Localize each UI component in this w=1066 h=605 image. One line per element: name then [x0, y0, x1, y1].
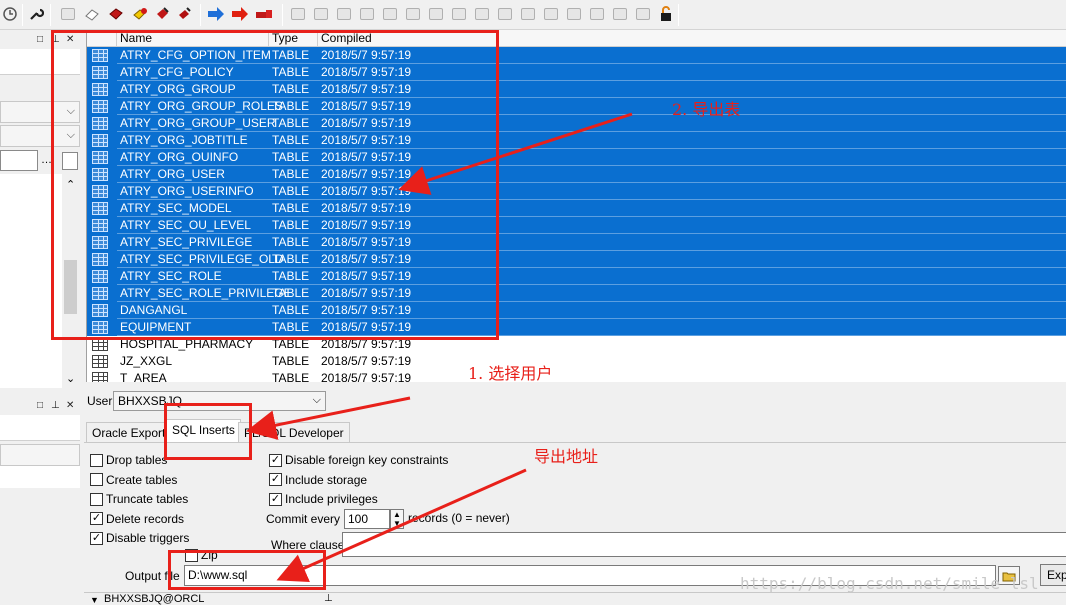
annotation-arrows — [246, 112, 633, 583]
annotation-export-tables: 2. 导出表 — [672, 100, 741, 119]
arrow-to-tables — [398, 112, 633, 195]
annotation-select-user: 1. 选择用户 — [468, 364, 553, 383]
arrow-to-output-file — [276, 468, 527, 583]
annotation-export-path: 导出地址 — [534, 447, 599, 466]
arrow-to-sql-inserts — [246, 396, 411, 440]
watermark-text: https://blog.csdn.net/smile_lsl — [740, 574, 1039, 593]
